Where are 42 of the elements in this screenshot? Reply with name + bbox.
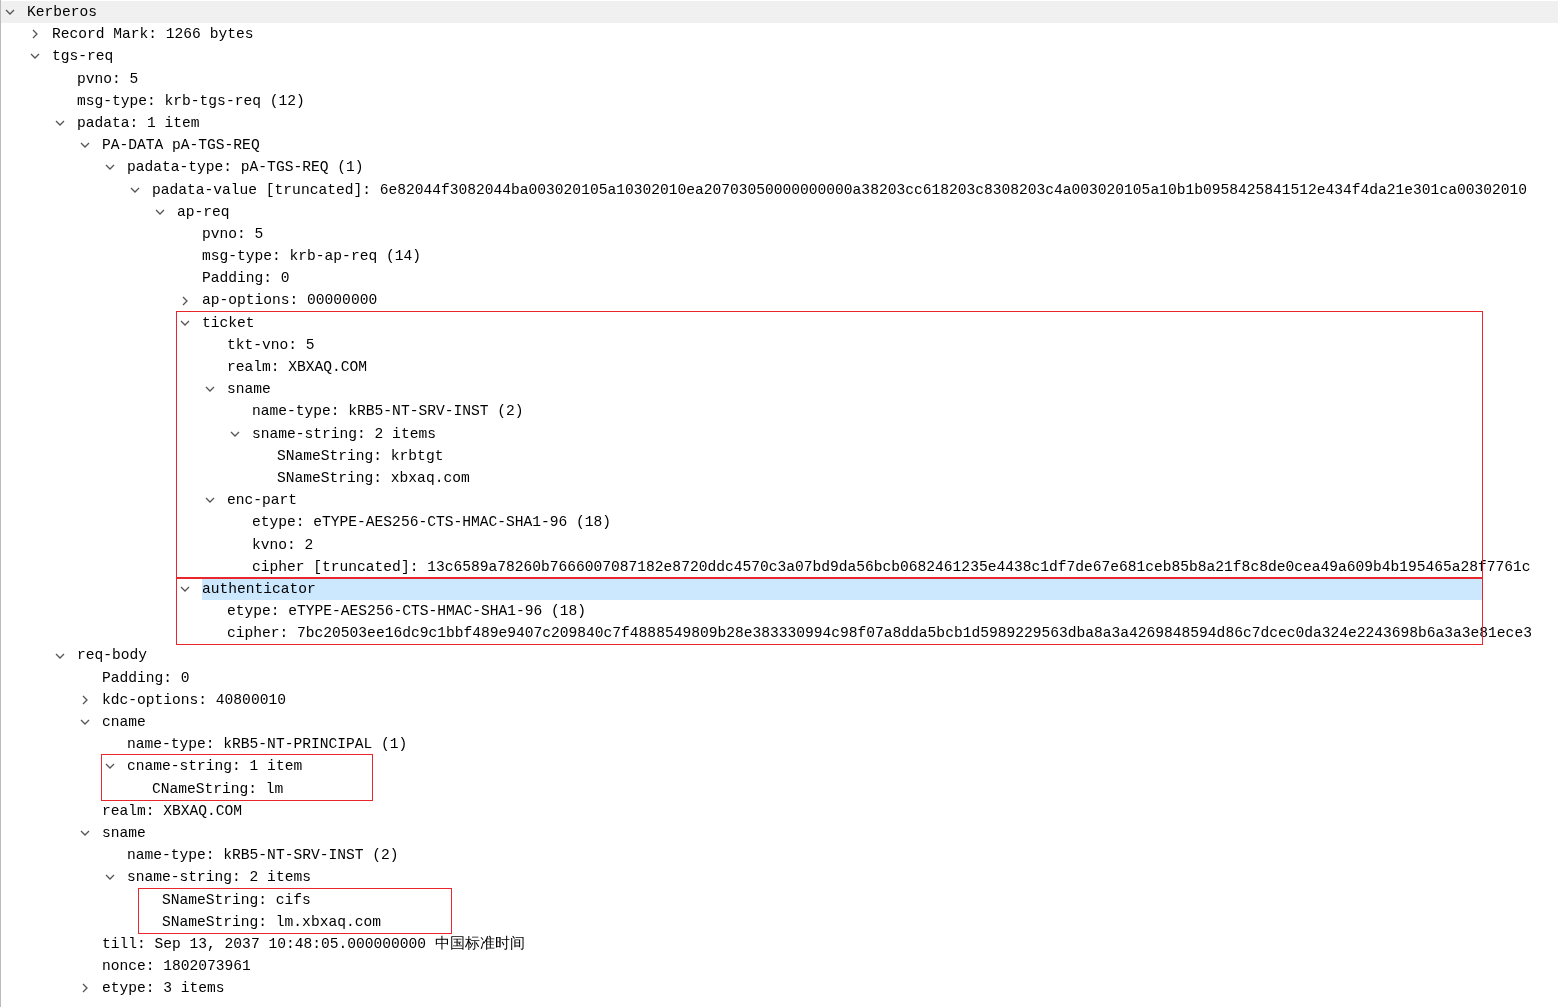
tree-item[interactable]: pvno: 5: [202, 222, 1558, 246]
tree-item[interactable]: name-type: kRB5-NT-SRV-INST (2): [127, 844, 1558, 867]
tree-item[interactable]: name-type: kRB5-NT-SRV-INST (2): [252, 400, 1482, 423]
tree-item[interactable]: authenticator: [202, 577, 1482, 601]
tree-item[interactable]: realm: XBXAQ.COM: [227, 356, 1482, 379]
tree-item[interactable]: CNameString: lm: [152, 777, 303, 800]
tree-item[interactable]: etype: 3 items: [102, 977, 1558, 1000]
tree-item[interactable]: SNameString: xbxaq.com: [277, 466, 1482, 490]
tree-item[interactable]: req-body: [77, 644, 1558, 667]
tree-item[interactable]: padata-type: pA-TGS-REQ (1): [127, 156, 1558, 179]
tree-item[interactable]: msg-type: krb-ap-req (14): [202, 245, 1558, 268]
tree-item[interactable]: SNameString: krbtgt: [277, 444, 1482, 467]
tree-item[interactable]: tkt-vno: 5: [227, 333, 1482, 356]
tree-item[interactable]: sname: [227, 378, 1482, 401]
tree-item[interactable]: SNameString: cifs: [162, 888, 381, 911]
tree-item[interactable]: ticket: [202, 311, 1482, 334]
tree-item[interactable]: pvno: 5: [77, 67, 1558, 90]
tree-item[interactable]: name-type: kRB5-NT-PRINCIPAL (1): [127, 733, 1558, 756]
tree-item[interactable]: sname: [102, 821, 1558, 845]
tree-item[interactable]: etype: eTYPE-AES256-CTS-HMAC-SHA1-96 (18): [227, 600, 1482, 623]
tree-item[interactable]: Padding: 0: [102, 666, 1558, 689]
tree-item[interactable]: sname-string: 2 items: [127, 866, 1558, 889]
tree-item[interactable]: nonce: 1802073961: [102, 955, 1558, 978]
tree-item[interactable]: tgs-req: [52, 45, 1558, 68]
tree-item[interactable]: cname: [102, 711, 1558, 734]
tree-item[interactable]: Padding: 0: [202, 267, 1558, 290]
tree-item[interactable]: etype: eTYPE-AES256-CTS-HMAC-SHA1-96 (18): [252, 511, 1482, 534]
tree-item[interactable]: padata-value [truncated]: 6e82044f3082044ba003020105a10302010ea20703050000000000a38203cc618203c8308203c4a003020105a10b1b0958425841512e434f4da21e301ca00302010: [152, 178, 1558, 201]
tree-item[interactable]: kdc-options: 40800010: [102, 688, 1558, 711]
tree-item[interactable]: Record Mark: 1266 bytes: [52, 23, 1558, 46]
tree-item[interactable]: SNameString: lm.xbxaq.com: [162, 910, 381, 933]
tree-item[interactable]: PA-DATA pA-TGS-REQ: [102, 134, 1558, 157]
tree-item[interactable]: till: Sep 13, 2037 10:48:05.000000000 中国标准时间: [102, 932, 1558, 956]
tree-item[interactable]: sname-string: 2 items: [252, 422, 1482, 445]
tree-item[interactable]: kvno: 2: [252, 533, 1482, 556]
tree-item[interactable]: cname-string: 1 item: [127, 755, 303, 778]
tree-item[interactable]: padata: 1 item: [77, 111, 1558, 135]
tree-item[interactable]: ap-options: 00000000: [202, 289, 1558, 312]
tree-item[interactable]: ap-req: [177, 200, 1558, 223]
tree-item[interactable]: realm: XBXAQ.COM: [102, 799, 1558, 822]
tree-item[interactable]: msg-type: krb-tgs-req (12): [77, 89, 1558, 112]
tree-item[interactable]: enc-part: [227, 489, 1482, 512]
